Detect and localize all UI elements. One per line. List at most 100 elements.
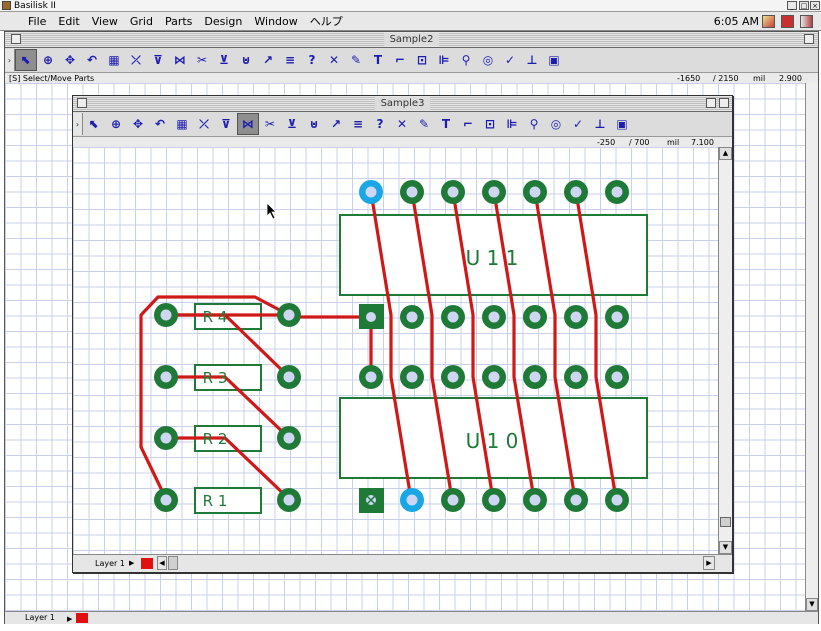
menu-help[interactable]: ヘルプ: [304, 12, 349, 31]
inner-scroll-down-arrow[interactable]: ▼: [719, 541, 732, 554]
u10-bottom-pad-4-hole: [488, 494, 500, 506]
emulator-maximize-button[interactable]: □: [799, 1, 809, 10]
emulator-close-button[interactable]: ×: [810, 1, 820, 10]
inner-rotate-tool[interactable]: ↶: [149, 113, 171, 135]
outer-question-tool[interactable]: ?: [301, 49, 323, 71]
outer-scroll-down-arrow[interactable]: ▼: [806, 598, 818, 611]
outer-wire-tool[interactable]: ⤫: [125, 49, 147, 71]
outer-zoom-tool[interactable]: ⊕: [37, 49, 59, 71]
menu-window[interactable]: Window: [248, 12, 303, 31]
outer-vertical-scrollbar[interactable]: ▼: [805, 83, 818, 611]
inner-cut-tool[interactable]: ✂: [259, 113, 281, 135]
inner-select-arrow-tool[interactable]: ⬉: [83, 113, 105, 135]
application-menu-icon[interactable]: [800, 15, 813, 28]
menu-clock: 6:05 AM: [713, 15, 759, 28]
window-sample3-collapse-box[interactable]: [719, 98, 729, 108]
inner-chip-tool[interactable]: ▣: [611, 113, 633, 135]
inner-toolbar-scroll-left[interactable]: ›: [73, 113, 83, 135]
outer-bus-tool[interactable]: ≡: [279, 49, 301, 71]
outer-layer-arrow-icon[interactable]: ▶: [67, 613, 72, 625]
inner-text-tool[interactable]: T: [435, 113, 457, 135]
window-sample3-zoom-box[interactable]: [706, 98, 716, 108]
u11-top-pad-7-hole: [611, 186, 623, 198]
inner-bus-tool[interactable]: ≡: [347, 113, 369, 135]
inner-zoom-tool[interactable]: ⊕: [105, 113, 127, 135]
outer-select-arrow-tool[interactable]: ⬉: [15, 49, 37, 71]
outer-text-tool[interactable]: T: [367, 49, 389, 71]
window-sample2-close-box[interactable]: [11, 34, 21, 44]
outer-rect-pad-tool[interactable]: ⊡: [411, 49, 433, 71]
inner-hscroll-thumb[interactable]: [168, 556, 178, 570]
menu-grid[interactable]: Grid: [124, 12, 159, 31]
u11-top-pad-2-hole: [406, 186, 418, 198]
r2-right-pad-hole: [283, 432, 295, 444]
inner-reroute-tool[interactable]: ⋈: [237, 113, 259, 135]
outer-pan-tool[interactable]: ✥: [59, 49, 81, 71]
inner-probe-tool[interactable]: ⚲: [523, 113, 545, 135]
toolbar-scroll-left[interactable]: ›: [5, 49, 15, 71]
outer-cut-tool[interactable]: ✂: [191, 49, 213, 71]
inner-arc-tool[interactable]: ↗: [325, 113, 347, 135]
inner-pan-tool[interactable]: ✥: [127, 113, 149, 135]
outer-target-tool[interactable]: ◎: [477, 49, 499, 71]
outer-layer-color-swatch[interactable]: [76, 613, 88, 623]
outer-net-tool[interactable]: ⊍: [235, 49, 257, 71]
inner-check-tool[interactable]: ✓: [567, 113, 589, 135]
inner-route-tool[interactable]: ⊥: [589, 113, 611, 135]
inner-question-tool[interactable]: ?: [369, 113, 391, 135]
inner-vertical-scrollbar[interactable]: ▲ ▼: [718, 147, 732, 554]
outer-reroute-tool[interactable]: ⋈: [169, 49, 191, 71]
inner-delete-tool[interactable]: ✕: [391, 113, 413, 135]
arc-icon: ↗: [262, 53, 274, 67]
window-sample2-titlebar[interactable]: Sample2: [5, 32, 818, 48]
outer-rotate-tool[interactable]: ↶: [81, 49, 103, 71]
inner-rect-pad-tool[interactable]: ⊡: [479, 113, 501, 135]
inner-place-part-tool[interactable]: ▦: [171, 113, 193, 135]
inner-pad-tool[interactable]: ⊽: [215, 113, 237, 135]
inner-layer-arrow-icon[interactable]: ▶: [129, 555, 134, 572]
window-sample3-close-box[interactable]: [77, 98, 87, 108]
menu-parts[interactable]: Parts: [159, 12, 198, 31]
outer-chip-tool[interactable]: ▣: [543, 49, 565, 71]
menu-edit[interactable]: Edit: [52, 12, 85, 31]
pcb-canvas[interactable]: U 1 1 U 1 0 R 4 R 3 R 2 R 1: [73, 147, 718, 554]
inner-wire-tool[interactable]: ⤫: [193, 113, 215, 135]
inner-pencil-tool[interactable]: ✎: [413, 113, 435, 135]
emulator-minimize-button[interactable]: _: [787, 1, 797, 10]
outer-place-part-tool[interactable]: ▦: [103, 49, 125, 71]
pencil-menu-icon[interactable]: [762, 15, 775, 28]
outer-corner-tool[interactable]: ⌐: [389, 49, 411, 71]
outer-pad-tool[interactable]: ⊽: [147, 49, 169, 71]
outer-pencil-tool[interactable]: ✎: [345, 49, 367, 71]
u11-label: U 1 1: [466, 246, 519, 270]
inner-scroll-up-arrow[interactable]: ▲: [719, 147, 732, 160]
u10-bottom-pad-5-hole: [529, 494, 541, 506]
window-sample2-zoom-box[interactable]: [804, 34, 814, 44]
inner-net-tool[interactable]: ⊍: [303, 113, 325, 135]
inner-via-tool[interactable]: ⊻: [281, 113, 303, 135]
outer-probe-tool[interactable]: ⚲: [455, 49, 477, 71]
outer-arc-tool[interactable]: ↗: [257, 49, 279, 71]
menu-view[interactable]: View: [86, 12, 124, 31]
window-sample2-toolbar: › ⬉ ⊕ ✥ ↶ ▦ ⤫ ⊽ ⋈ ✂ ⊻ ⊍ ↗ ≡? ✕ ✎ T ⌐ ⊡ ⊫ ⚲ ◎ ✓ ⊥ ▣: [5, 48, 818, 73]
menu-file[interactable]: File: [22, 12, 52, 31]
outer-check-tool[interactable]: ✓: [499, 49, 521, 71]
outer-ruler-tool[interactable]: ⊫: [433, 49, 455, 71]
outer-via-tool[interactable]: ⊻: [213, 49, 235, 71]
text-icon: T: [441, 117, 451, 131]
ruler-icon: ⊫: [506, 117, 518, 131]
app-switcher-icon[interactable]: [781, 15, 794, 28]
question-icon: ?: [376, 117, 384, 131]
inner-scroll-thumb[interactable]: [720, 517, 731, 527]
inner-corner-tool[interactable]: ⌐: [457, 113, 479, 135]
window-sample3-titlebar[interactable]: Sample3: [73, 96, 732, 112]
menu-design[interactable]: Design: [198, 12, 248, 31]
outer-route-tool[interactable]: ⊥: [521, 49, 543, 71]
inner-ruler-tool[interactable]: ⊫: [501, 113, 523, 135]
question-icon: ?: [308, 53, 316, 67]
inner-hscroll-right-arrow[interactable]: ▶: [703, 556, 715, 570]
outer-delete-tool[interactable]: ✕: [323, 49, 345, 71]
inner-layer-color-swatch[interactable]: [141, 558, 153, 569]
inner-hscroll-left-arrow[interactable]: ◀: [157, 556, 167, 570]
inner-target-tool[interactable]: ◎: [545, 113, 567, 135]
